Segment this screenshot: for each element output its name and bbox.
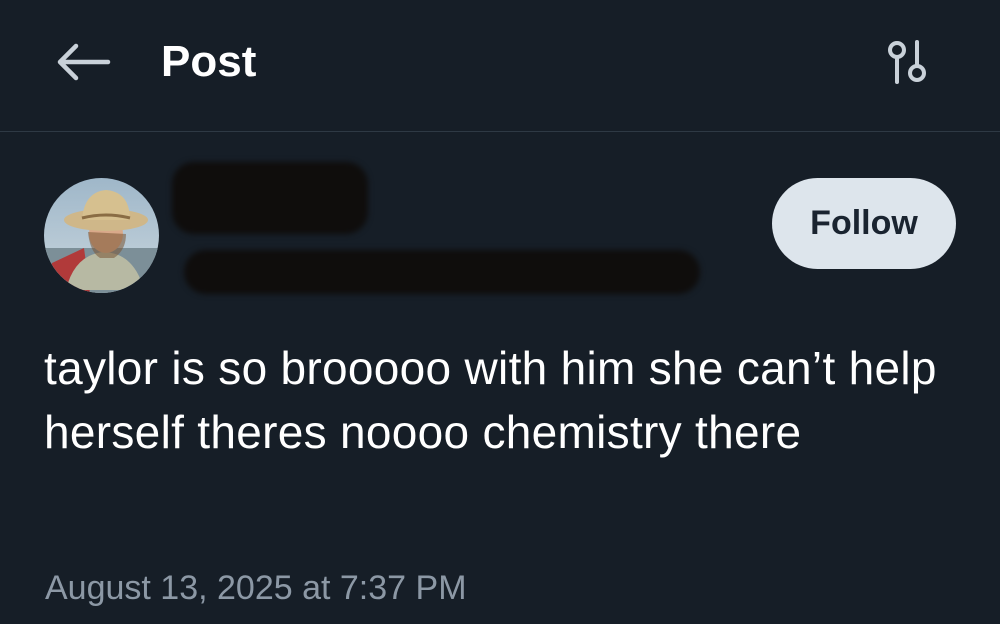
post-timestamp: August 13, 2025 at 7:37 PM <box>45 569 467 607</box>
sliders-icon <box>888 40 926 84</box>
top-bar: Post <box>0 0 1000 132</box>
follow-button[interactable]: Follow <box>772 178 956 269</box>
back-button[interactable] <box>48 36 118 88</box>
redacted-display-name <box>172 162 368 234</box>
settings-button[interactable] <box>876 34 940 90</box>
profile-photo <box>44 178 159 293</box>
arrow-left-icon <box>57 43 111 81</box>
post-text: taylor is so brooooo with him she can’t … <box>44 342 937 458</box>
post-screen: Post Follow taylor is so brooooo with hi… <box>0 0 1000 624</box>
author-row: Follow <box>0 150 1000 310</box>
redacted-handle <box>184 250 700 294</box>
avatar[interactable] <box>44 178 159 293</box>
page-title: Post <box>161 37 257 86</box>
